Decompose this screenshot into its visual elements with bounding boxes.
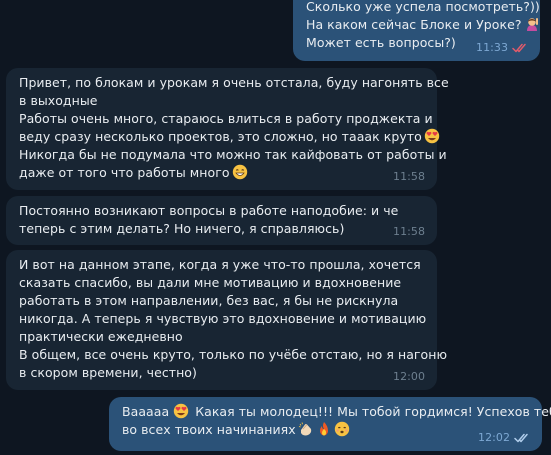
message-meta: 11:58: [393, 225, 425, 239]
outgoing-message[interactable]: Вааааа Какая ты молодец!!! Мы тобой горд…: [109, 397, 551, 451]
message-time: 11:58: [393, 170, 425, 183]
message-text-line: веду сразу несколько проектов, это сложн…: [19, 128, 439, 146]
message-meta: 12:02: [478, 431, 530, 445]
message-text-line: во всех твоих начинаниях: [122, 421, 530, 439]
smiling-face-with-heart-eyes-emoji: [173, 403, 189, 419]
message-text-line: Привет, по блокам и урокам я очень отста…: [19, 75, 449, 90]
message-text-line: Никогда бы не подумала что можно так кай…: [19, 147, 447, 162]
message-time: 11:58: [393, 225, 425, 238]
message-text-line: теперь с этим делать? Но ничего, я справ…: [19, 221, 345, 236]
woman-raising-hand-emoji: [524, 16, 540, 32]
message-text-line: в выходные: [19, 93, 98, 108]
grinning-face-emoji: [232, 164, 248, 180]
message-text-line: Вааааа Какая ты молодец!!! Мы тобой горд…: [122, 403, 551, 419]
incoming-message[interactable]: И вот на данном этапе, когда я уже что-т…: [6, 250, 448, 390]
clapping-hands-emoji: [298, 421, 314, 437]
message-text-line: Постоянно возникают вопросы в работе нап…: [19, 203, 399, 218]
message-time: 12:02: [478, 431, 510, 444]
message-text-line: В общем, все очень круто, только по учёб…: [19, 347, 448, 362]
message-text-line: даже от того что работы много: [19, 164, 425, 182]
message-text-line: И вот на данном этапе, когда я уже что-т…: [19, 257, 421, 272]
message-time: 11:33: [476, 41, 508, 54]
message-text-line: сказать спасибо, вы дали мне мотивацию и…: [19, 275, 402, 290]
message-text-line: никогда. А теперь я чувствую это вдохнов…: [19, 311, 427, 326]
message-meta: 11:33: [476, 41, 528, 55]
message-meta: 12:00: [393, 370, 425, 384]
double-check-icon: [514, 433, 530, 443]
message-text-line: в скором времени, честно): [19, 365, 197, 380]
message-meta: 11:58: [393, 170, 425, 184]
message-time: 12:00: [393, 370, 425, 383]
message-text-line: практически ежедневно: [19, 329, 183, 344]
smirking-face-emoji: [334, 421, 350, 437]
message-text-line: работать в этом направлении, без вас, я …: [19, 293, 399, 308]
message-text-line: На каком сейчас Блоке и Уроке?: [306, 16, 538, 34]
message-text-line: Работы очень много, стараюсь влиться в р…: [19, 111, 433, 126]
outgoing-message[interactable]: Сколько уже успела посмотреть?)) На како…: [293, 0, 540, 61]
incoming-message[interactable]: Привет, по блокам и урокам я очень отста…: [6, 68, 449, 190]
chat-history: Сколько уже успела посмотреть?)) На како…: [0, 0, 551, 455]
fire-emoji: [316, 421, 332, 437]
smiling-face-with-heart-eyes-emoji: [424, 128, 440, 144]
double-check-icon: [512, 43, 528, 53]
message-text-line: Сколько уже успела посмотреть?)): [306, 0, 540, 14]
incoming-message[interactable]: Постоянно возникают вопросы в работе нап…: [6, 196, 437, 245]
